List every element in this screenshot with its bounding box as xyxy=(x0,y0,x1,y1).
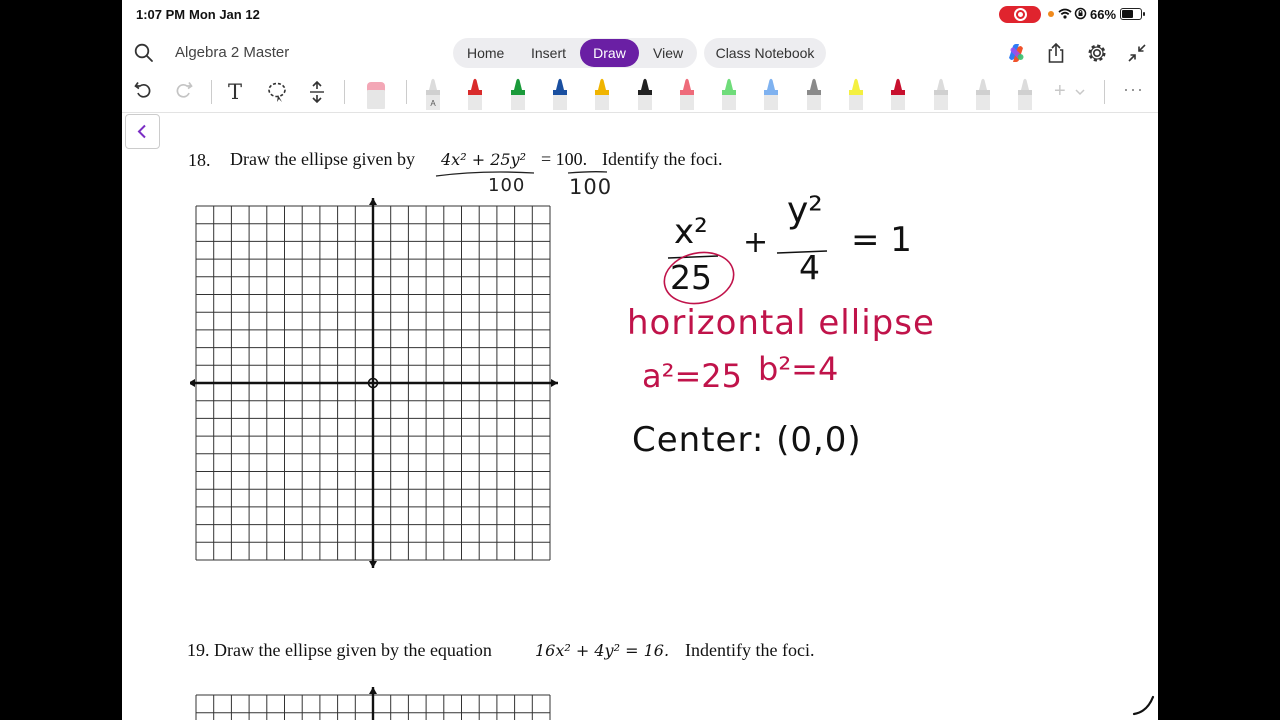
ink-horizontal-ellipse: horizontal ellipse xyxy=(627,303,935,343)
chevron-down-icon[interactable] xyxy=(1075,88,1085,96)
pen-11[interactable] xyxy=(845,76,867,110)
copilot-icon[interactable] xyxy=(1005,42,1027,64)
status-time: 1:07 PM xyxy=(136,7,186,22)
screen-recording-icon[interactable] xyxy=(999,6,1041,23)
pen-8[interactable] xyxy=(718,76,740,110)
pen-1[interactable]: A xyxy=(422,76,444,110)
pen-9[interactable] xyxy=(760,76,782,110)
microphone-indicator-icon xyxy=(1048,11,1054,17)
toolbar-separator xyxy=(344,80,345,104)
battery-fill xyxy=(1122,10,1133,18)
question-19-prefix: 19. Draw the ellipse given by the equati… xyxy=(187,640,492,660)
ink-under-lhs: 100 xyxy=(488,175,526,196)
lasso-select-icon[interactable] xyxy=(267,81,287,103)
more-options-icon[interactable]: ··· xyxy=(1123,79,1144,100)
collapse-icon[interactable] xyxy=(1127,43,1147,63)
pen-10[interactable] xyxy=(803,76,825,110)
toolbar-separator xyxy=(1104,80,1105,104)
pen-5[interactable] xyxy=(591,76,613,110)
tab-home[interactable]: Home xyxy=(467,45,504,61)
question-18-number: 18. xyxy=(188,150,211,170)
wifi-icon xyxy=(1058,8,1072,19)
notebook-title: Algebra 2 Master xyxy=(175,44,290,61)
eraser-icon[interactable] xyxy=(365,80,387,110)
status-date: Mon Jan 12 xyxy=(189,7,260,22)
undo-icon[interactable] xyxy=(133,81,153,101)
back-button[interactable] xyxy=(125,114,160,149)
orientation-lock-icon xyxy=(1074,7,1087,20)
tab-view[interactable]: View xyxy=(653,45,683,61)
toolbar-separator xyxy=(406,80,407,104)
ink-equals-one: = 1 xyxy=(851,220,912,260)
resize-handle-icon[interactable] xyxy=(1132,694,1156,716)
ribbon-tabs: Home Insert Draw View xyxy=(453,38,697,68)
question-19-equation: 16x² + 4y² = 16. xyxy=(535,641,670,660)
redo-icon[interactable] xyxy=(174,81,194,101)
pen-13[interactable] xyxy=(930,76,952,110)
search-icon[interactable] xyxy=(134,43,154,63)
ink-under-rhs: 100 xyxy=(569,175,613,199)
ink-a-squared: a²=25 xyxy=(642,357,742,395)
text-tool-icon[interactable]: T xyxy=(228,80,242,104)
pen-2[interactable] xyxy=(464,76,486,110)
pen-4[interactable] xyxy=(549,76,571,110)
ink-b-squared: b²=4 xyxy=(758,350,839,388)
pen-label: A xyxy=(430,99,436,108)
ink-plus: + xyxy=(743,225,769,260)
pen-7[interactable] xyxy=(676,76,698,110)
toolbar-separator xyxy=(211,80,212,104)
settings-gear-icon[interactable] xyxy=(1086,42,1108,64)
question-19-suffix: Indentify the foci. xyxy=(685,640,815,660)
pen-15[interactable] xyxy=(1014,76,1036,110)
status-bar: 1:07 PM Mon Jan 12 66% xyxy=(122,0,1158,28)
battery-icon xyxy=(1120,8,1145,20)
ink-a-denominator: 25 xyxy=(670,258,712,297)
pen-3[interactable] xyxy=(507,76,529,110)
tab-insert[interactable]: Insert xyxy=(531,45,566,61)
coordinate-grid-q19[interactable] xyxy=(190,684,562,720)
coordinate-grid-q18[interactable] xyxy=(190,195,562,572)
add-space-icon[interactable] xyxy=(309,81,325,103)
toolbar-divider xyxy=(122,112,1158,113)
chevron-left-icon xyxy=(137,124,146,139)
add-pen-icon[interactable]: + xyxy=(1054,80,1066,103)
ink-y-squared: y² xyxy=(787,190,823,231)
pen-6[interactable] xyxy=(634,76,656,110)
tab-draw[interactable]: Draw xyxy=(580,39,639,67)
pen-14[interactable] xyxy=(972,76,994,110)
share-icon[interactable] xyxy=(1046,42,1066,64)
ink-fraction-lines xyxy=(663,250,828,305)
pen-12[interactable] xyxy=(887,76,909,110)
question-18-prefix: Draw the ellipse given by xyxy=(230,149,415,169)
class-notebook-button[interactable]: Class Notebook xyxy=(704,38,826,68)
ink-center: Center: (0,0) xyxy=(632,420,862,460)
battery-percentage: 66% xyxy=(1090,7,1117,22)
ink-b-denominator: 4 xyxy=(799,248,820,287)
onenote-screen: 1:07 PM Mon Jan 12 66% Algebra 2 Master … xyxy=(122,0,1158,720)
